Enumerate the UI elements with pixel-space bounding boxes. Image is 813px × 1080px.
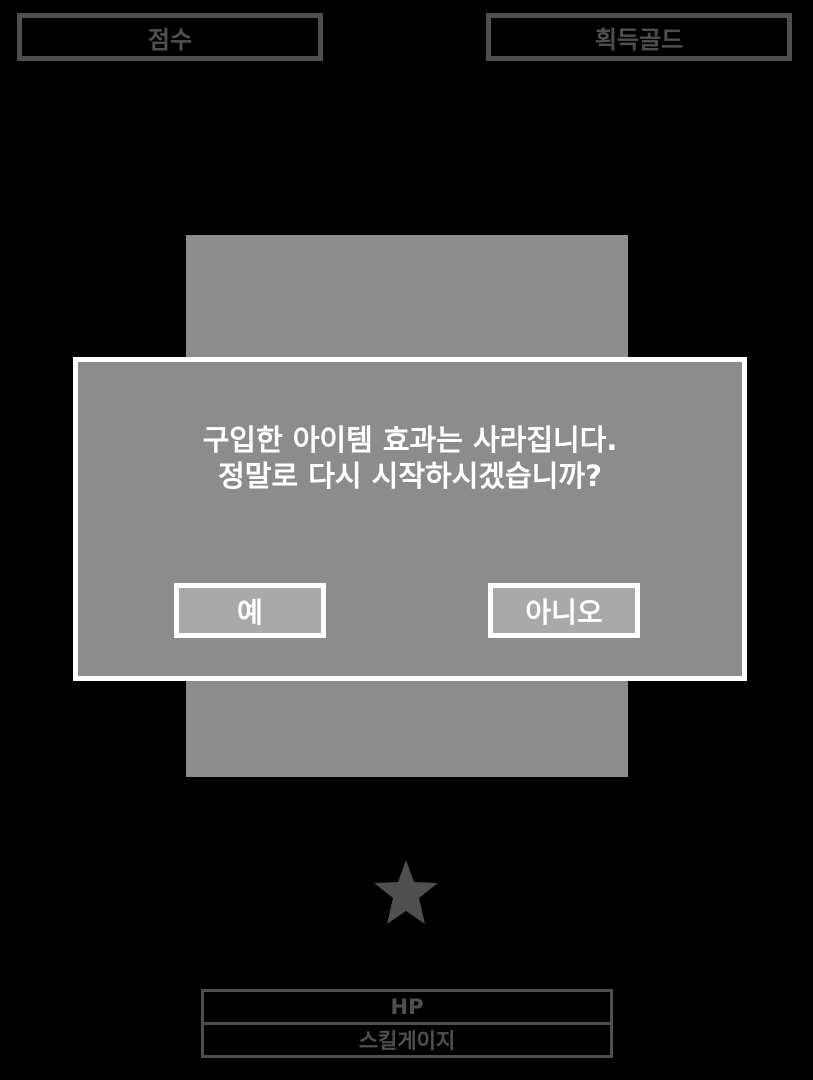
skill-gauge-bar: 스킬게이지 xyxy=(201,1022,613,1058)
star-icon xyxy=(374,860,438,924)
dialog-message-line2: 정말로 다시 시작하시겠습니까? xyxy=(218,459,602,493)
skill-gauge-label: 스킬게이지 xyxy=(358,1029,456,1053)
gold-box: 획득골드 xyxy=(486,13,792,61)
no-button[interactable]: 아니오 xyxy=(488,583,640,638)
score-label: 점수 xyxy=(147,25,193,54)
dialog-message: 구입한 아이템 효과는 사라집니다. 정말로 다시 시작하시겠습니까? xyxy=(78,422,742,494)
yes-button[interactable]: 예 xyxy=(174,583,326,638)
gold-label: 획득골드 xyxy=(594,25,684,54)
dialog-message-line1: 구입한 아이템 효과는 사라집니다. xyxy=(202,423,618,457)
restart-dialog: 구입한 아이템 효과는 사라집니다. 정말로 다시 시작하시겠습니까? 예 아니… xyxy=(73,357,747,681)
hp-label: HP xyxy=(390,995,424,1019)
hp-bar: HP xyxy=(201,989,613,1025)
score-box: 점수 xyxy=(17,13,323,61)
